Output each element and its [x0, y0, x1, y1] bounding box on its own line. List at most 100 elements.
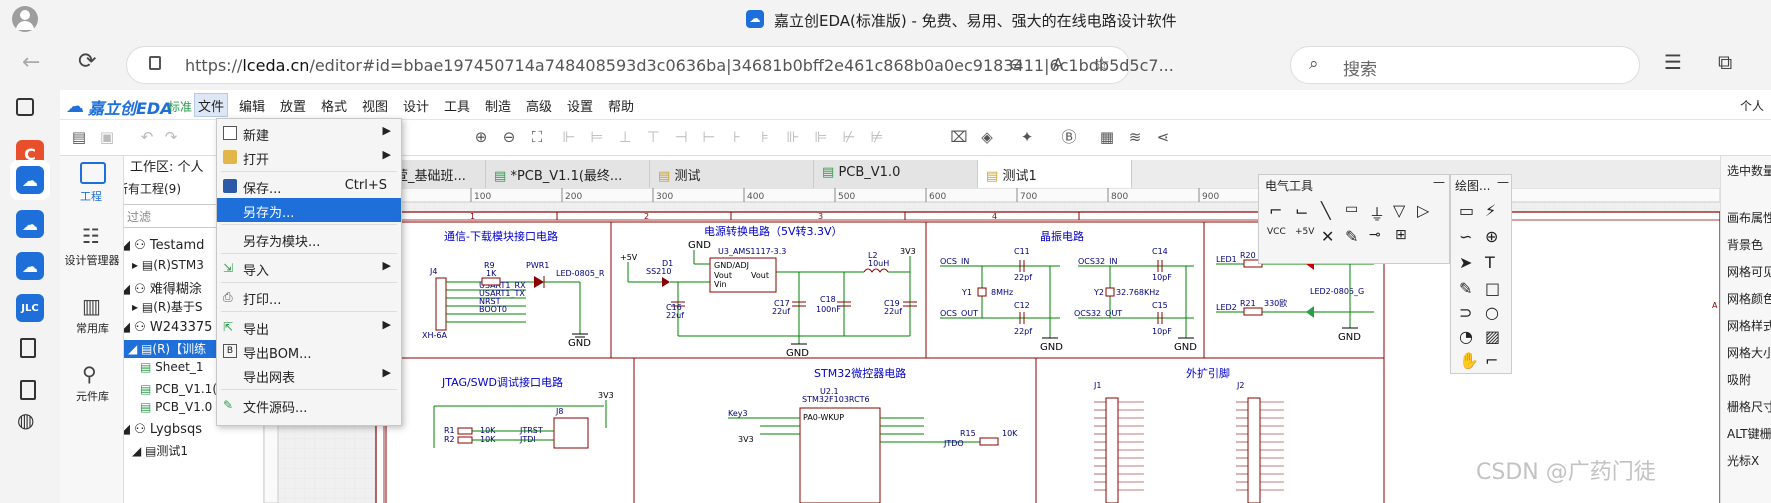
tab-doc-4[interactable]: ▤ PCB_V1.0 — [814, 160, 978, 188]
zoom-in-icon[interactable]: ⊕ — [472, 128, 490, 146]
draw-plus-icon[interactable]: ⊕ — [1485, 227, 1498, 246]
menu-item[interactable]: 工具 — [444, 96, 470, 115]
panel-minimize-icon[interactable]: — — [1433, 175, 1445, 189]
line-tool-icon[interactable]: ╲ — [1321, 201, 1331, 220]
back-icon[interactable]: ← — [22, 50, 40, 75]
menu-item[interactable]: 编辑 — [239, 96, 265, 115]
align-icon[interactable]: ⊩ — [560, 128, 578, 146]
menu-print[interactable]: ⎙ 打印... — [217, 285, 401, 309]
align-icon-3[interactable]: ⊥ — [616, 128, 634, 146]
probe-tool-icon[interactable]: ✎ — [1345, 227, 1358, 246]
menu-import[interactable]: ⇲ 导入 ▶ — [217, 256, 401, 280]
tab-doc-3[interactable]: ▤ 测试 — [650, 160, 814, 188]
pin-icon[interactable]: ✦ — [1018, 128, 1036, 146]
sidebar-tabs-icon[interactable] — [16, 98, 34, 116]
draw-image-icon[interactable]: ▨ — [1485, 327, 1500, 346]
netport-tool-icon[interactable]: ▽ — [1393, 201, 1405, 220]
image-icon[interactable]: ▦ — [1098, 128, 1116, 146]
align-icon-7[interactable]: ⊦ — [728, 128, 746, 146]
save-icon[interactable]: ▣ — [98, 128, 116, 146]
nav-common-lib-label[interactable]: 常用库 — [76, 320, 109, 336]
tree-item[interactable]: ◢ ⚇ W243375 — [124, 320, 212, 335]
menu-save-as-module[interactable]: 另存为模块... — [217, 227, 401, 251]
plus5v-tool-icon[interactable]: +5V — [1295, 227, 1314, 237]
share-icon[interactable]: ⋖ — [1154, 128, 1172, 146]
draw-chevron-icon[interactable]: ⊃ — [1459, 303, 1472, 322]
zoom-icon[interactable]: ⊖ — [1009, 55, 1023, 75]
layers-icon[interactable]: ◈ — [978, 128, 996, 146]
draw-pie-icon[interactable]: ◔ — [1459, 327, 1473, 346]
align-icon-10[interactable]: ⊫ — [812, 128, 830, 146]
menu-item[interactable]: 制造 — [485, 96, 511, 115]
project-icon[interactable] — [80, 162, 106, 184]
align-icon-6[interactable]: ⊢ — [700, 128, 718, 146]
draw-line-icon[interactable]: ⚡ — [1485, 201, 1496, 220]
sidebar-lceda-icon[interactable]: ☁ — [16, 166, 44, 194]
tree-item[interactable]: ◢ ⚇ 难得糊涂 — [124, 278, 202, 297]
sidebar-lceda-icon-3[interactable]: ☁ — [16, 252, 44, 280]
url-text[interactable]: https://lceda.cn/editor#id=bbae197450714… — [185, 56, 1174, 75]
design-manager-icon[interactable]: ☷ — [82, 224, 100, 248]
align-icon-9[interactable]: ⊪ — [784, 128, 802, 146]
menu-file-source[interactable]: ✎ 文件源码... — [217, 393, 401, 417]
redo-icon[interactable]: ↷ — [162, 128, 180, 146]
menu-export-bom[interactable]: B 导出BOM... — [217, 339, 401, 363]
sidebar-jlc-icon[interactable]: JLC — [16, 294, 44, 322]
group-tool-icon[interactable]: ⊞ — [1395, 227, 1407, 243]
menu-item[interactable]: 放置 — [280, 96, 306, 115]
tab-doc-2[interactable]: ▤ *PCB_V1.1(最终... — [486, 160, 650, 188]
workspace-label[interactable]: 工作区: 个人 — [130, 156, 204, 175]
tree-item[interactable]: ▤ PCB_V1.0 — [140, 400, 212, 414]
refresh-icon[interactable]: ⟳ — [78, 49, 96, 74]
tree-item[interactable]: ◢ ⚇ Lygbsqs — [124, 422, 202, 437]
sidebar-file-icon-2[interactable] — [20, 380, 36, 400]
tree-item[interactable]: ◢ ⚇ Testamd — [124, 238, 204, 253]
url-bar[interactable]: https://lceda.cn/editor#id=bbae197450714… — [126, 46, 1174, 84]
zoom-out-icon[interactable]: ⊖ — [500, 128, 518, 146]
flag-tool-icon[interactable]: ▷ — [1417, 201, 1429, 220]
user-menu[interactable]: 个人 — [1740, 97, 1764, 114]
menu-item[interactable]: 设置 — [567, 96, 593, 115]
undo-icon[interactable]: ↶ — [138, 128, 156, 146]
draw-corner-icon[interactable]: ⌐ — [1485, 351, 1498, 370]
camera-icon[interactable]: ⌧ — [950, 128, 968, 146]
menu-export-netlist[interactable]: 导出网表 ▶ — [217, 363, 401, 387]
profile-avatar[interactable] — [12, 6, 38, 32]
favorite-star-icon[interactable]: ☆ — [1093, 53, 1110, 75]
menu-item[interactable]: 帮助 — [608, 96, 634, 115]
menu-item[interactable]: 视图 — [362, 96, 388, 115]
menu-item[interactable]: 设计 — [403, 96, 429, 115]
menu-open[interactable]: 打开 ▶ — [217, 145, 401, 169]
align-icon-4[interactable]: ⊤ — [644, 128, 662, 146]
schematic-canvas[interactable]: 0100200300400500600700800900 1 2 3 4 A A… — [264, 174, 1720, 503]
draw-circle-icon[interactable]: ○ — [1485, 303, 1499, 322]
nav-design-manager-label[interactable]: 设计管理器 — [62, 252, 122, 268]
panel-minimize-icon[interactable]: — — [1497, 175, 1509, 189]
tree-item[interactable]: ◢ ▤测试1 — [132, 442, 188, 459]
read-aloud-icon[interactable]: A — [1053, 55, 1063, 73]
common-lib-icon[interactable]: ▥ — [82, 294, 101, 318]
favorites-list-icon[interactable]: ☰ — [1664, 50, 1682, 74]
align-icon-5[interactable]: ⊣ — [672, 128, 690, 146]
fit-view-icon[interactable]: ⛶ — [528, 128, 546, 146]
draw-pen-icon[interactable]: ✎ — [1459, 279, 1472, 298]
sidebar-file-icon[interactable] — [20, 338, 36, 358]
noconnect-tool-icon[interactable]: ✕ — [1321, 227, 1334, 246]
draw-rect-icon[interactable]: ▭ — [1459, 201, 1474, 220]
align-icon-11[interactable]: ⊬ — [840, 128, 858, 146]
menu-item[interactable]: 文件 — [198, 96, 224, 115]
draw-text-icon[interactable]: T — [1485, 253, 1495, 272]
sidebar-globe-icon[interactable]: ◍ — [17, 408, 34, 432]
tree-item[interactable]: ▸ ▤(R)STM3 — [132, 258, 204, 272]
draw-square-icon[interactable]: □ — [1485, 279, 1500, 298]
align-icon-8[interactable]: ⊧ — [756, 128, 774, 146]
nav-project-label[interactable]: 工程 — [80, 188, 102, 204]
sidebar-lceda-icon-2[interactable]: ☁ — [16, 210, 44, 238]
draw-arc-icon[interactable]: ∽ — [1459, 227, 1472, 246]
menu-item[interactable]: 高级 — [526, 96, 552, 115]
tree-item[interactable]: ▤ Sheet_1 — [140, 360, 204, 374]
nav-component-lib-label[interactable]: 元件库 — [76, 388, 109, 404]
collections-icon[interactable]: ⧉ — [1718, 50, 1732, 74]
tab-doc-5-active[interactable]: ▤ 测试1 — [978, 160, 1132, 188]
browser-search-box[interactable]: ⌕ 搜索 — [1290, 46, 1640, 84]
